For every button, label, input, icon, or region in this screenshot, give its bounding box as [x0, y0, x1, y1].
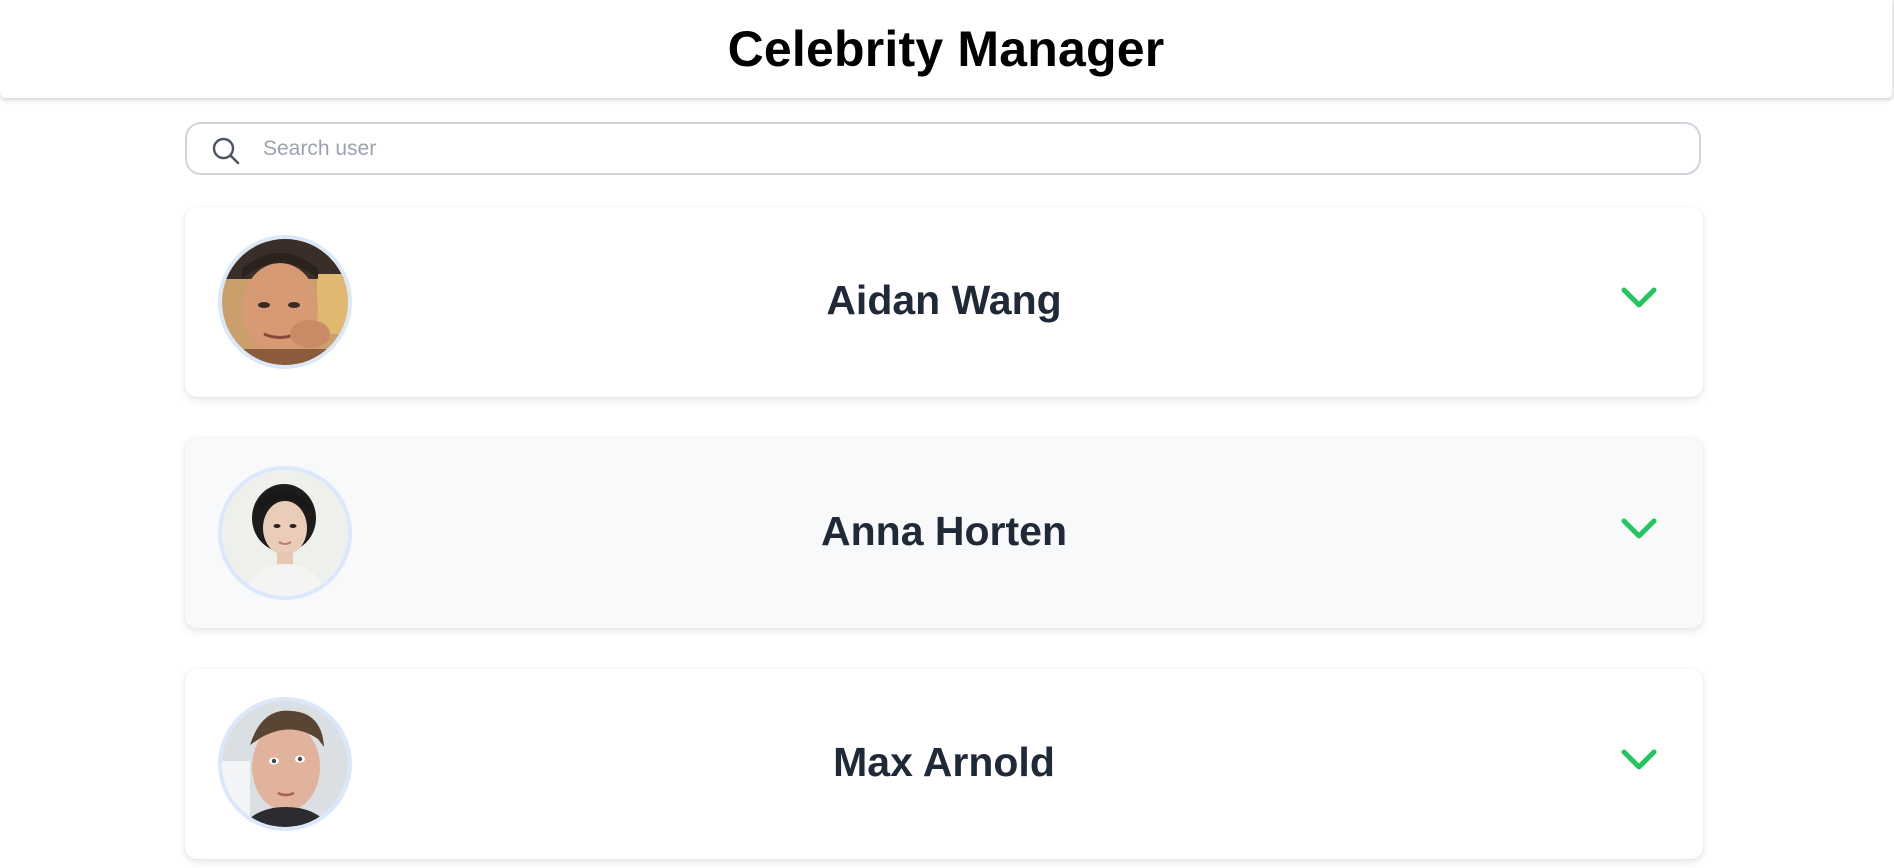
user-card[interactable]: Anna Horten	[185, 438, 1703, 628]
user-card[interactable]: Aidan Wang	[185, 207, 1703, 397]
user-name: Max Arnold	[833, 739, 1055, 785]
user-name: Aidan Wang	[826, 277, 1062, 323]
user-card[interactable]: Max Arnold	[185, 669, 1703, 859]
search-icon	[212, 137, 240, 165]
app-header: Celebrity Manager	[0, 0, 1893, 98]
page-title: Celebrity Manager	[727, 21, 1165, 77]
chevron-down-icon[interactable]	[1620, 747, 1658, 773]
chevron-down-icon[interactable]	[1620, 516, 1658, 542]
chevron-down-icon[interactable]	[1620, 285, 1658, 311]
user-name: Anna Horten	[821, 508, 1067, 554]
search-input[interactable]	[263, 128, 1683, 169]
search-bar[interactable]	[185, 122, 1701, 175]
